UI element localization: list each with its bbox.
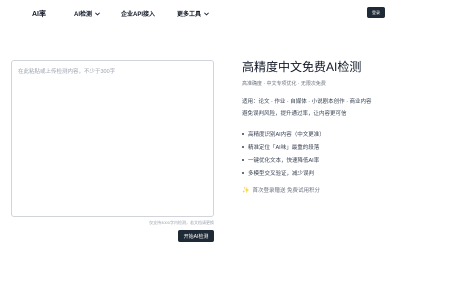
chevron-down-icon — [204, 12, 209, 16]
start-detect-button[interactable]: 开始AI检测 — [178, 230, 214, 242]
top-nav: AI率 AI检测 企业API接入 更多工具 登录 — [0, 0, 456, 26]
bullet-icon — [242, 171, 244, 174]
use-cases-line: 避免误判风险，提升通过率，让内容更可信 — [242, 111, 347, 117]
nav-item-more-tools[interactable]: 更多工具 — [177, 9, 210, 18]
list-item: 高精度识别AI内容（中文更准） — [242, 127, 442, 140]
logo[interactable]: AI率 — [32, 9, 46, 19]
bullet-icon — [242, 158, 244, 161]
chevron-down-icon — [95, 12, 100, 16]
sparkle-icon: ✨ — [242, 187, 250, 194]
bullet-icon — [242, 145, 244, 148]
bullet-icon — [242, 132, 244, 135]
nav-item-label: AI检测 — [74, 12, 93, 18]
use-cases-line: 适用：论文 · 作业 · 自媒体 · 小说剧本创作 · 商业内容 — [242, 99, 372, 105]
list-item: 多模型交叉验证，减少误判 — [242, 166, 442, 179]
feature-list: 高精度识别AI内容（中文更准） 精准定位「AI味」最重的段落 一键优化文本，快速… — [242, 127, 442, 179]
login-button[interactable]: 登录 — [367, 7, 385, 18]
promo-text: 首次登录赠送 免费试用积分 — [252, 188, 321, 194]
nav-item-label: 更多工具 — [177, 12, 202, 18]
nav-item-enterprise-api[interactable]: 企业API接入 — [121, 9, 155, 18]
feature-panel: 高精度中文免费AI检测 高准确度 · 中文专项优化 · 无限次免费 适用：论文 … — [242, 58, 442, 194]
nav-item-label: 企业API接入 — [121, 12, 156, 18]
editor-placeholder: 在此粘贴或上传检测内容，不少于300字 — [18, 69, 116, 75]
page-title: 高精度中文免费AI检测 — [242, 60, 362, 74]
subtitle: 高准确度 · 中文专项优化 · 无限次免费 — [242, 81, 326, 87]
promo-note: ✨ 首次登录赠送 免费试用积分 — [242, 186, 442, 195]
list-item: 一键优化文本，快速降低AI率 — [242, 153, 442, 166]
text-input-area[interactable]: 在此粘贴或上传检测内容，不少于300字 — [11, 60, 214, 217]
length-hint: 仅支持3000字内检测，若文档请更换 — [149, 220, 214, 225]
use-cases: 适用：论文 · 作业 · 自媒体 · 小说剧本创作 · 商业内容 避免误判风险，… — [242, 96, 442, 120]
nav-item-ai-detect[interactable]: AI检测 — [74, 9, 101, 18]
list-item: 精准定位「AI味」最重的段落 — [242, 140, 442, 153]
